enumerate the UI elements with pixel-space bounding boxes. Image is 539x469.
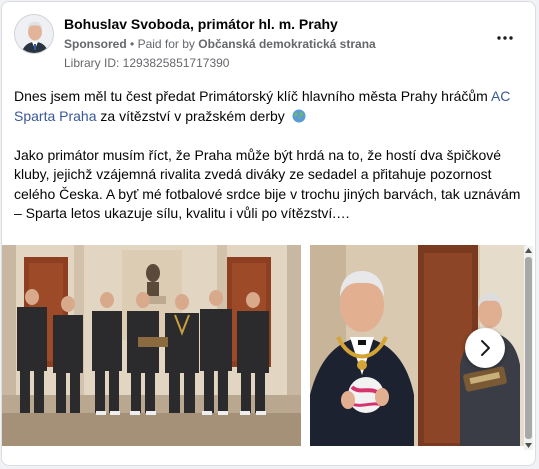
carousel-scrollbar[interactable]: [524, 246, 533, 450]
sponsored-label: Sponsored: [64, 37, 127, 51]
more-horizontal-icon: [497, 36, 513, 40]
carousel-next-button[interactable]: [465, 328, 505, 368]
sponsored-line: Sponsored • Paid for by Občanská demokra…: [64, 37, 376, 51]
scroll-up-arrow-icon[interactable]: [524, 246, 533, 255]
photo-carousel: [2, 245, 535, 449]
post-header: Bohuslav Svoboda, primátor hl. m. Prahy …: [14, 14, 523, 74]
post-paragraph-2: Jako primátor musím říct, že Praha může …: [14, 146, 521, 222]
avatar-portrait-icon: [15, 15, 53, 53]
chevron-right-icon: [481, 340, 490, 356]
scrollbar-thumb[interactable]: [525, 257, 532, 439]
more-options-button[interactable]: [493, 28, 517, 48]
carousel-photo-1[interactable]: [2, 245, 301, 446]
globe-emoji-icon: [292, 109, 306, 122]
payer-name[interactable]: Občanská demokratická strana: [198, 37, 375, 51]
scroll-down-arrow-icon[interactable]: [524, 441, 533, 450]
team-photo-image: [2, 245, 301, 446]
meta-separator: •: [130, 37, 135, 51]
post-text: Dnes jsem měl tu čest předat Primátorský…: [14, 87, 526, 224]
page-name[interactable]: Bohuslav Svoboda, primátor hl. m. Prahy: [64, 16, 338, 32]
ad-card: Bohuslav Svoboda, primátor hl. m. Prahy …: [1, 1, 536, 466]
p1-text-before: Dnes jsem měl tu čest předat Primátorský…: [14, 88, 491, 104]
avatar[interactable]: [14, 14, 54, 54]
p1-text-after: za vítězství v pražském derby: [96, 107, 289, 124]
paid-for-prefix: Paid for by: [137, 37, 195, 51]
library-id: Library ID: 1293825851717390: [64, 56, 230, 70]
post-paragraph-1: Dnes jsem měl tu čest předat Primátorský…: [14, 87, 526, 126]
